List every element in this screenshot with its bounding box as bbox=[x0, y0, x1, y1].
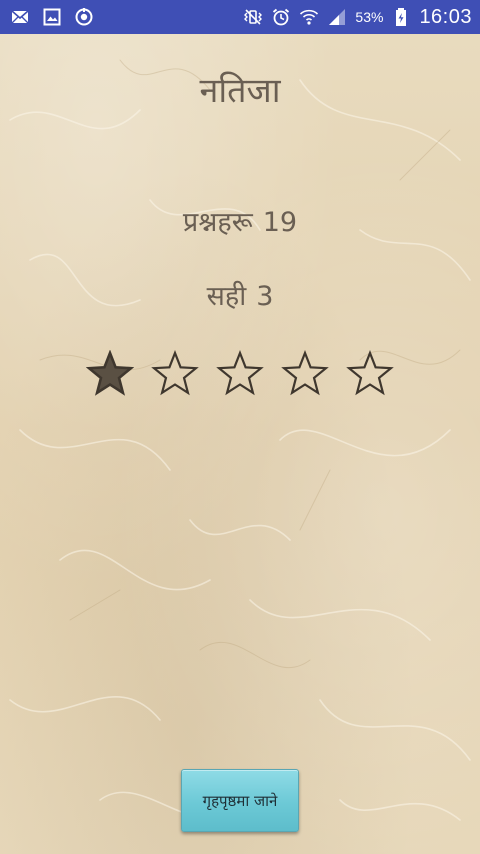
go-home-button[interactable]: गृहपृष्ठमा जाने bbox=[181, 769, 299, 832]
star-empty-icon bbox=[346, 350, 394, 396]
wifi-icon bbox=[300, 9, 319, 25]
correct-summary: सही 3 bbox=[0, 276, 480, 313]
email-icon bbox=[11, 10, 29, 24]
signal-icon bbox=[329, 9, 346, 25]
battery-charging-icon bbox=[396, 8, 407, 26]
image-icon bbox=[43, 8, 61, 26]
star-filled-icon bbox=[86, 350, 134, 396]
star-empty-icon bbox=[281, 350, 329, 396]
status-left-icons bbox=[10, 7, 94, 27]
vibrate-mute-icon bbox=[244, 9, 263, 25]
questions-label: प्रश्नहरू bbox=[182, 207, 253, 238]
questions-summary: प्रश्नहरू 19 bbox=[0, 202, 480, 239]
sync-icon bbox=[75, 8, 93, 26]
alarm-icon bbox=[273, 8, 290, 26]
correct-count: 3 bbox=[256, 281, 274, 312]
clock: 16:03 bbox=[419, 6, 472, 28]
correct-label: सही bbox=[206, 281, 247, 312]
status-bar: 53% 16:03 bbox=[0, 0, 480, 34]
questions-count: 19 bbox=[262, 207, 298, 238]
status-right-icons: 53% 16:03 bbox=[243, 0, 472, 34]
star-empty-icon bbox=[216, 350, 264, 396]
star-rating bbox=[86, 350, 394, 398]
page-title: नतिजा bbox=[199, 71, 281, 111]
star-empty-icon bbox=[151, 350, 199, 396]
battery-percent: 53% bbox=[355, 9, 384, 25]
paper-background bbox=[0, 0, 480, 854]
